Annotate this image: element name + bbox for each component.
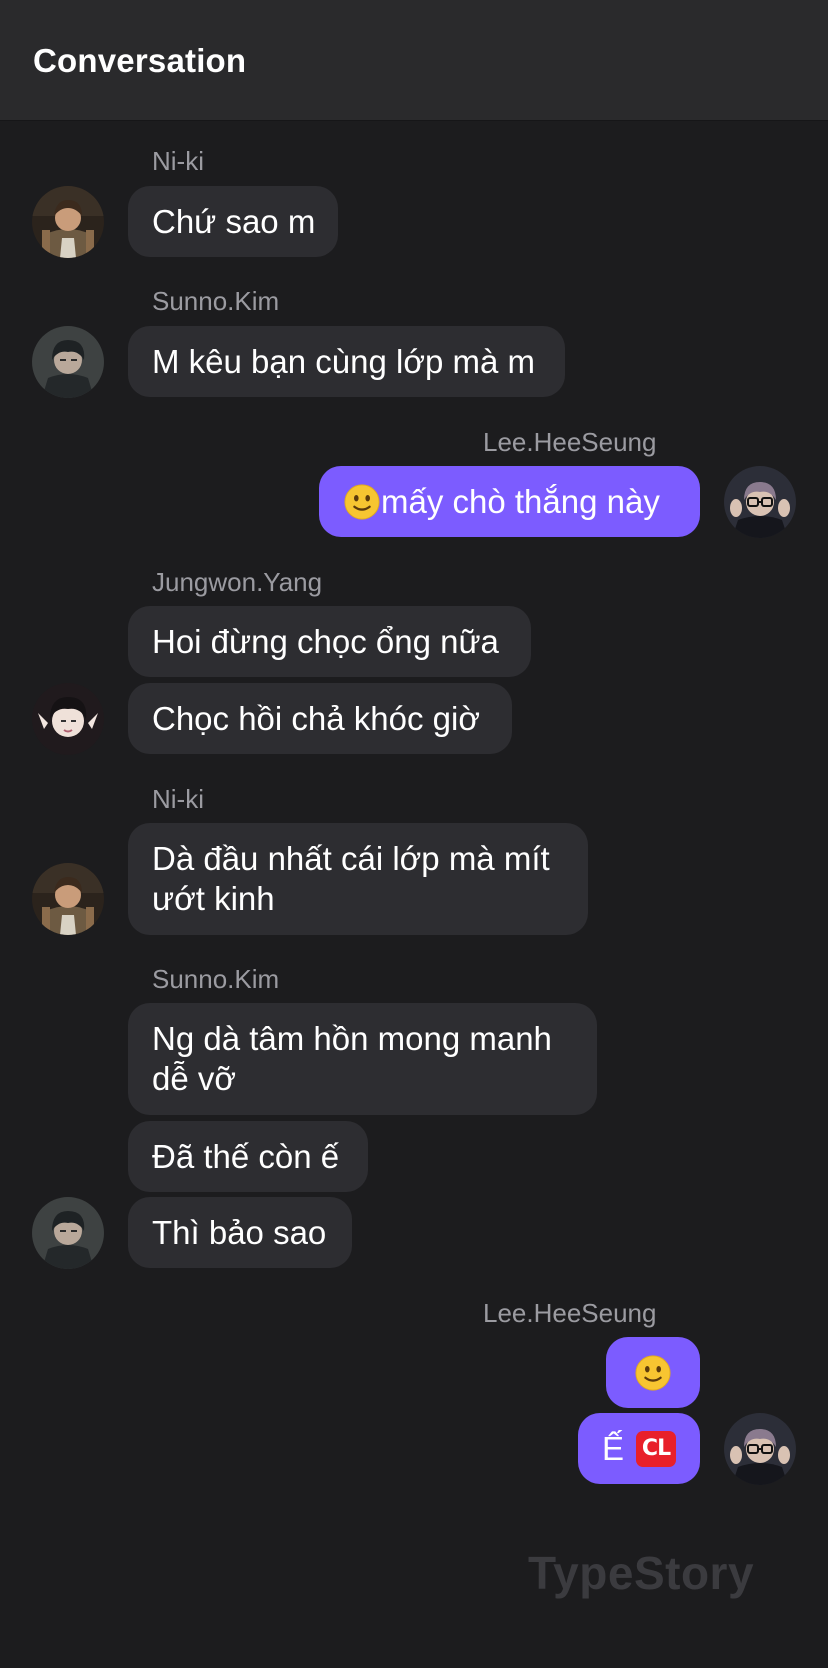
avatar-jungwon-yang[interactable] [32,683,104,755]
message-text: Chọc hồi chả khóc giờ [152,699,480,737]
sender-name: Sunno.Kim [152,286,280,316]
message-bubble[interactable]: Ng dà tâm hồn mong manh dễ vỡ [128,1003,597,1115]
message-bubble[interactable]: Chọc hồi chả khóc giờ [128,683,512,754]
watermark: TypeStory [528,1547,755,1599]
message-bubble[interactable]: Ế CL [578,1413,700,1484]
slightly-smiling-face-icon [635,1354,671,1391]
message-text: M kêu bạn cùng lớp mà m [152,342,535,380]
message-text: Dà đầu nhất cái lớp mà mít ướt kinh [152,840,550,917]
message-text: Hoi đừng chọc ổng nữa [152,622,499,660]
message-bubble[interactable]: mấy chò thắng này [319,466,700,537]
avatar-lee-heeseung[interactable] [724,466,796,538]
slightly-smiling-face-icon [344,483,380,520]
message-bubble[interactable]: Hoi đừng chọc ổng nữa [128,606,531,677]
avatar-sunno-kim[interactable] [32,1197,104,1269]
message-text: Thì bảo sao [152,1213,327,1251]
conversation-header: Conversation [0,0,828,121]
message-bubble[interactable]: Chứ sao m [128,186,338,257]
message-bubble[interactable]: Đã thế còn ế [128,1121,368,1192]
sender-name: Lee.HeeSeung [483,427,657,457]
avatar-niki[interactable] [32,186,104,258]
cl-button-icon: CL [636,1430,676,1467]
message-bubble[interactable]: Dà đầu nhất cái lớp mà mít ướt kinh [128,823,588,935]
message-text: Ng dà tâm hồn mong manh dễ vỡ [152,1020,552,1097]
sender-name: Ni-ki [152,784,204,814]
avatar-sunno-kim[interactable] [32,326,104,398]
sender-name: Jungwon.Yang [152,567,323,597]
message-text: Chứ sao m [152,202,316,240]
message-text: mấy chò thắng này [381,482,660,520]
message-bubble[interactable]: Thì bảo sao [128,1197,352,1268]
sender-name: Sunno.Kim [152,964,280,994]
page-title: Conversation [33,42,247,79]
avatar-lee-heeseung[interactable] [724,1413,796,1485]
message-bubble[interactable]: M kêu bạn cùng lớp mà m [128,326,565,397]
sender-name: Ni-ki [152,146,204,176]
avatar-niki[interactable] [32,863,104,935]
sender-name: Lee.HeeSeung [483,1298,657,1328]
message-text: Ế [602,1429,625,1467]
message-bubble[interactable] [606,1337,700,1408]
message-text: Đã thế còn ế [152,1137,340,1175]
